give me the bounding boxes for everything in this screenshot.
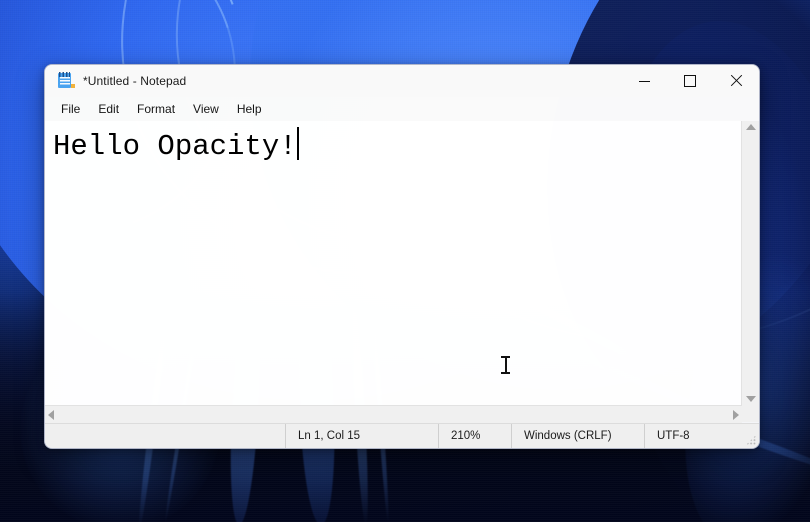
scroll-left-icon[interactable] [48, 409, 54, 420]
minimize-icon [638, 80, 650, 82]
text-editor[interactable]: Hello Opacity! [45, 121, 741, 405]
scrollbar-corner [742, 405, 759, 422]
editor-text-line: Hello Opacity! [53, 130, 297, 163]
scroll-up-icon[interactable] [745, 124, 756, 130]
menu-item-format[interactable]: Format [129, 99, 183, 119]
menu-item-file[interactable]: File [53, 99, 88, 119]
menu-item-view[interactable]: View [185, 99, 227, 119]
status-bar-spacer [45, 424, 285, 448]
status-bar: Ln 1, Col 15 210% Windows (CRLF) UTF-8 [45, 423, 759, 448]
vertical-scrollbar[interactable] [741, 121, 759, 405]
title-bar[interactable]: *Untitled - Notepad [45, 65, 759, 97]
scroll-down-icon[interactable] [745, 396, 756, 402]
close-icon [730, 75, 742, 87]
status-line-ending[interactable]: Windows (CRLF) [511, 424, 644, 448]
notepad-icon [57, 72, 75, 89]
menu-bar: File Edit Format View Help [45, 97, 759, 121]
minimize-button[interactable] [621, 65, 667, 97]
editor-area: Hello Opacity! [45, 121, 759, 405]
scroll-right-icon[interactable] [733, 409, 739, 420]
menu-item-help[interactable]: Help [229, 99, 270, 119]
maximize-button[interactable] [667, 65, 713, 97]
close-button[interactable] [713, 65, 759, 97]
status-zoom-level[interactable]: 210% [438, 424, 511, 448]
window-controls [621, 65, 759, 97]
notepad-window[interactable]: *Untitled - Notepad File Edit Format Vie… [44, 64, 760, 449]
menu-item-edit[interactable]: Edit [90, 99, 127, 119]
mouse-ibeam-cursor [501, 356, 510, 374]
text-caret [296, 127, 299, 160]
maximize-icon [684, 75, 696, 87]
status-encoding[interactable]: UTF-8 [644, 424, 759, 448]
window-title: *Untitled - Notepad [83, 74, 187, 88]
screen: *Untitled - Notepad File Edit Format Vie… [0, 0, 810, 522]
status-cursor-position[interactable]: Ln 1, Col 15 [285, 424, 438, 448]
horizontal-scrollbar[interactable] [45, 405, 742, 423]
